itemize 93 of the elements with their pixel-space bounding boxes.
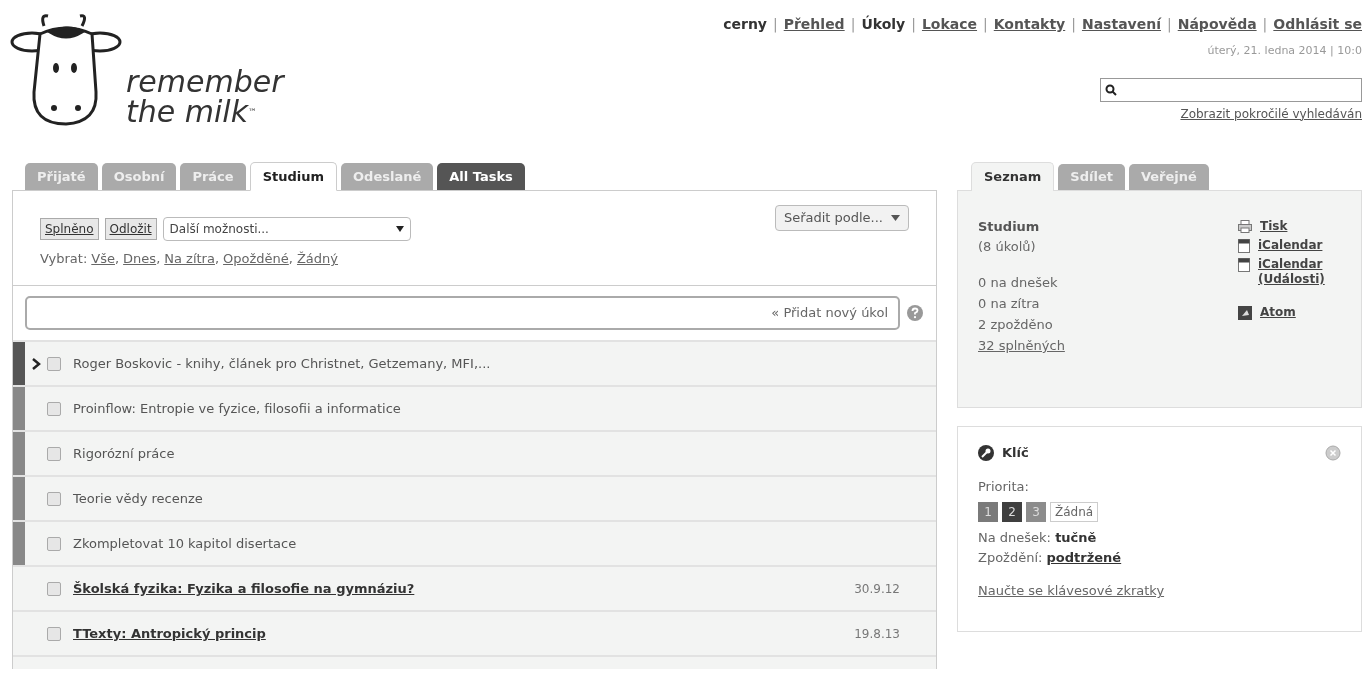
options-dropdown[interactable]: Další možnosti... bbox=[162, 217, 411, 241]
calendar-icon bbox=[1238, 258, 1250, 272]
task-checkbox[interactable] bbox=[47, 626, 61, 641]
legend-overdue: Zpoždění: podtržené bbox=[978, 548, 1123, 567]
nav-link[interactable]: Nápověda bbox=[1177, 14, 1257, 35]
nav-link[interactable]: Lokace bbox=[921, 14, 978, 35]
stat-text: 2 zpožděno bbox=[978, 316, 1054, 334]
stat-link[interactable]: 32 splněných bbox=[978, 335, 1238, 356]
task-checkbox[interactable] bbox=[47, 491, 61, 506]
nav-separator: | bbox=[1167, 15, 1172, 35]
task-checkbox[interactable] bbox=[47, 581, 61, 596]
task-checkbox[interactable] bbox=[47, 356, 61, 371]
task-name[interactable]: Proinflow: Entropie ve fyzice, filosofii a informatice bbox=[73, 398, 936, 419]
placeholder-text: « Přidat nový úkol bbox=[771, 304, 888, 323]
advanced-search-link[interactable]: Zobrazit pokročilé vyhledáván bbox=[1180, 104, 1362, 123]
task-row[interactable]: Rigorózní práce bbox=[13, 430, 936, 475]
stat-text: 0 na zítra bbox=[978, 295, 1041, 313]
nav-separator: | bbox=[773, 15, 778, 35]
nav-link[interactable]: Odhlásit se bbox=[1273, 14, 1362, 35]
priority-swatch: 1 bbox=[978, 502, 998, 522]
sort-dropdown[interactable]: Seřadit podle... bbox=[774, 205, 909, 231]
list-title: Studium bbox=[978, 218, 1041, 236]
nav-link[interactable]: Nastavení bbox=[1081, 14, 1161, 35]
comma-separator: , bbox=[114, 250, 120, 268]
list-tab[interactable]: Studium bbox=[249, 162, 338, 191]
task-name[interactable]: TTexty: Antropický princip bbox=[73, 623, 855, 644]
logo-text: remember bbox=[126, 67, 284, 97]
user-name: cerny bbox=[723, 15, 767, 34]
task-name[interactable]: Roger Boskovic - knihy, článek pro Christnet, Getzemany, MFI,... bbox=[73, 353, 936, 374]
info-tab[interactable]: Seznam bbox=[971, 162, 1055, 191]
pointer-icon bbox=[31, 357, 41, 370]
stat-text: 0 na dnešek bbox=[978, 274, 1059, 292]
date-time: úterý, 21. ledna 2014 | 10:0 bbox=[1207, 43, 1362, 59]
info-link[interactable]: Tisk bbox=[1260, 219, 1340, 234]
task-checkbox[interactable] bbox=[47, 401, 61, 416]
nav-separator: | bbox=[983, 15, 988, 35]
add-task-field[interactable]: « Přidat nový úkol bbox=[25, 296, 900, 330]
help-icon[interactable] bbox=[906, 304, 924, 322]
trademark-mark: ™ bbox=[248, 107, 258, 117]
logo-text: the milk bbox=[126, 97, 249, 127]
nav-separator: | bbox=[1071, 15, 1076, 35]
key-icon bbox=[978, 444, 994, 461]
priority-swatch: 3 bbox=[1026, 502, 1046, 522]
task-checkbox[interactable] bbox=[47, 536, 61, 551]
task-row[interactable]: Roger Boskovic - knihy, článek pro Christnet, Getzemany, MFI,... bbox=[13, 340, 936, 385]
nav-separator: | bbox=[1262, 15, 1268, 35]
task-name[interactable]: Školská fyzika: Fyzika a filosofie na gymnáziu? bbox=[73, 578, 855, 599]
select-label: Vybrat: bbox=[40, 250, 88, 268]
task-name[interactable]: Teorie vědy recenze bbox=[73, 488, 936, 509]
task-row[interactable]: Teorie vědy recenze bbox=[13, 475, 936, 520]
task-name[interactable]: Zkompletovat 10 kapitol disertace bbox=[73, 533, 936, 554]
calendar-icon bbox=[1238, 239, 1250, 253]
task-checkbox[interactable] bbox=[47, 446, 61, 461]
task-count: (8 úkolů) bbox=[978, 237, 1037, 256]
task-name[interactable]: Rigorózní práce bbox=[73, 443, 936, 464]
task-row[interactable]: Proinflow: Entropie ve fyzice, filosofii a informatice bbox=[13, 385, 936, 430]
due-date: 30.9.12 bbox=[854, 580, 901, 598]
due-date: 19.8.13 bbox=[854, 625, 901, 643]
info-link[interactable]: iCalendar (Události) bbox=[1258, 257, 1338, 287]
nav-link[interactable]: Úkoly bbox=[861, 14, 906, 35]
priority-swatch: 2 bbox=[1002, 502, 1022, 522]
caret-icon bbox=[891, 215, 900, 221]
action-button[interactable]: Splněno bbox=[40, 218, 99, 240]
priority-swatch: Žádná bbox=[1050, 502, 1099, 522]
priority-label: Priorita: bbox=[978, 477, 1030, 496]
search-icon bbox=[1105, 83, 1117, 96]
info-link[interactable]: Atom bbox=[1260, 305, 1340, 320]
task-row[interactable]: TTexty: Antropický princip 19.8.13 bbox=[13, 610, 936, 655]
nav-link[interactable]: Přehled bbox=[783, 14, 845, 35]
feed-icon bbox=[1238, 306, 1252, 320]
search-field[interactable] bbox=[1100, 77, 1362, 102]
printer-icon bbox=[1238, 220, 1252, 233]
close-icon[interactable] bbox=[1325, 444, 1341, 461]
legend-title: Klíč bbox=[1002, 444, 1029, 462]
comma-separator: , bbox=[156, 250, 161, 268]
info-link[interactable]: iCalendar bbox=[1258, 238, 1338, 253]
action-button[interactable]: Odložit bbox=[104, 218, 157, 240]
legend-today: Na dnešek: tučně bbox=[978, 529, 1098, 547]
select-link[interactable]: Opožděné bbox=[223, 249, 289, 269]
nav-separator: | bbox=[911, 15, 916, 35]
task-row[interactable] bbox=[13, 655, 936, 669]
list-tab[interactable]: All Tasks bbox=[437, 163, 525, 190]
nav-link[interactable]: Kontakty bbox=[993, 14, 1066, 35]
select-link[interactable]: Žádný bbox=[296, 249, 339, 269]
nav-separator: | bbox=[850, 15, 856, 35]
select-link[interactable]: Na zítra bbox=[164, 249, 215, 269]
task-row[interactable]: Školská fyzika: Fyzika a filosofie na gymnáziu? 30.9.12 bbox=[13, 565, 936, 610]
shortcuts-link[interactable]: Naučte se klávesové zkratky bbox=[978, 581, 1341, 601]
task-row[interactable]: Zkompletovat 10 kapitol disertace bbox=[13, 520, 936, 565]
comma-separator: , bbox=[214, 250, 220, 268]
caret-icon bbox=[395, 226, 404, 232]
select-link[interactable]: Vše bbox=[91, 249, 115, 269]
comma-separator: , bbox=[288, 250, 293, 268]
